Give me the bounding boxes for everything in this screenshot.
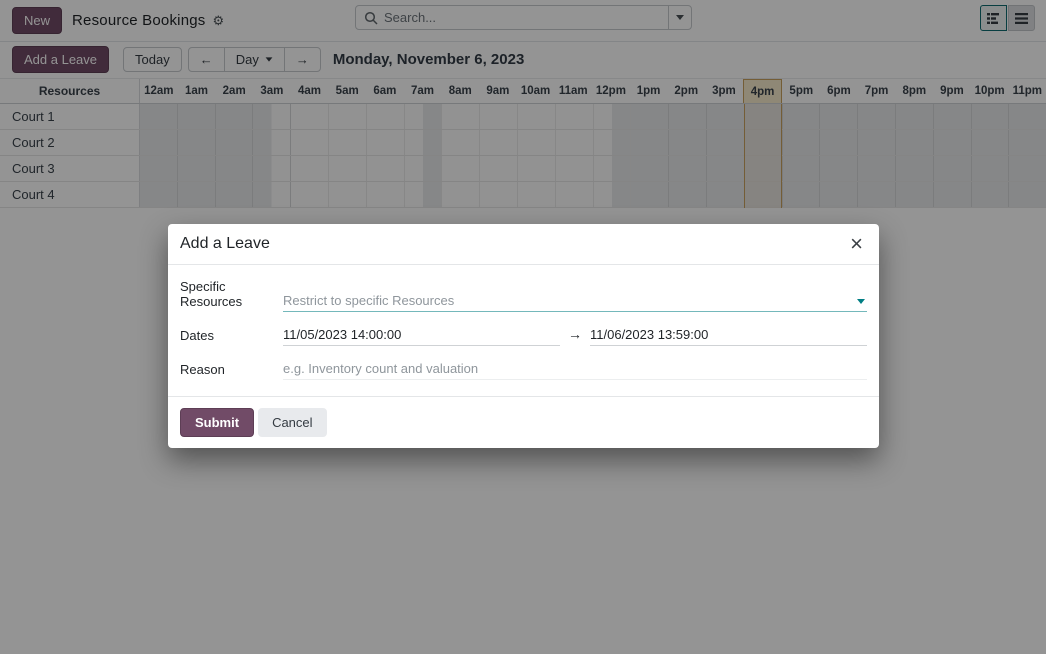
date-from-input[interactable] [283,325,560,345]
specific-resources-input[interactable] [283,291,867,311]
close-icon[interactable]: × [848,236,865,252]
date-to-input[interactable] [590,325,867,345]
reason-input[interactable] [283,359,867,379]
specific-resources-label: Specific Resources [180,279,283,312]
reason-label: Reason [180,362,283,380]
reason-wrap [283,359,867,380]
submit-button[interactable]: Submit [180,408,254,437]
add-leave-dialog: Add a Leave × Specific Resources Dates [168,224,879,448]
cancel-button[interactable]: Cancel [258,408,326,437]
dialog-footer: Submit Cancel [168,396,879,448]
specific-resources-row: Specific Resources [180,279,867,312]
arrow-right-icon: → [568,326,582,346]
dates-row: Dates → [180,325,867,346]
dialog-title: Add a Leave [180,235,270,253]
reason-row: Reason [180,359,867,380]
date-to-wrap [590,325,867,346]
dialog-body: Specific Resources Dates → [168,265,879,396]
date-from-wrap [283,325,560,346]
app-window: New Resource Bookings ⚙ [0,0,1046,654]
dialog-header: Add a Leave × [168,224,879,265]
dates-label: Dates [180,328,283,346]
chevron-down-icon [857,299,865,304]
specific-resources-select[interactable] [283,291,867,312]
